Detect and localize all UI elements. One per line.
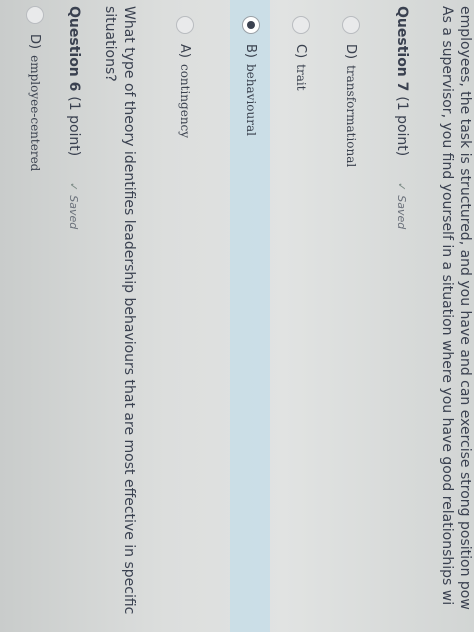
q6-option-b-radio[interactable]	[242, 16, 260, 34]
q5-option-d-letter: D)	[27, 34, 42, 50]
q6-option-b[interactable]: B) behavioural	[243, 44, 258, 136]
q6-question-text: What type of theory identifies leadershi…	[102, 6, 137, 615]
q7-saved-text: Saved	[395, 195, 408, 230]
q6-option-c-text: trait	[294, 64, 308, 91]
q6-option-c-radio[interactable]	[292, 16, 310, 34]
quiz-screen: D) employee-centered Question 6 (1 point)…	[0, 0, 474, 632]
q5-option-d-text: employee-centered	[28, 55, 42, 172]
q6-option-c[interactable]: C) trait	[293, 44, 308, 91]
q7-header: Question 7 (1 point)	[394, 6, 410, 156]
check-icon: ✓	[395, 182, 408, 192]
q7-saved-status: ✓ Saved	[395, 182, 408, 229]
q6-header: Question 6 (1 point)	[66, 6, 82, 156]
q6-option-a[interactable]: A) contingency	[177, 44, 192, 138]
q6-points: (1 point)	[66, 96, 82, 157]
quiz-content: D) employee-centered Question 6 (1 point)…	[0, 0, 474, 632]
q6-title: Question 6	[66, 6, 82, 92]
q6-option-b-letter: B)	[243, 44, 258, 58]
q6-option-b-text: behavioural	[244, 64, 258, 136]
q6-option-a-letter: A)	[177, 44, 192, 58]
q6-option-d[interactable]: D) transformational	[343, 44, 358, 167]
check-icon: ✓	[67, 182, 80, 192]
q6-saved-status: ✓ Saved	[67, 182, 80, 229]
q6-option-d-letter: D)	[343, 44, 358, 60]
q5-option-d[interactable]: D) employee-centered	[27, 34, 42, 171]
q6-option-d-text: transformational	[344, 65, 358, 168]
q6-option-a-radio[interactable]	[176, 16, 194, 34]
q6-option-a-text: contingency	[178, 63, 192, 139]
q6-saved-text: Saved	[67, 195, 80, 230]
q6-option-d-radio[interactable]	[342, 16, 360, 34]
q7-question-text-line2: employees, the task is structured, and y…	[457, 6, 473, 610]
q7-title: Question 7	[394, 6, 410, 92]
q6-option-c-letter: C)	[293, 44, 308, 59]
q5-option-d-radio[interactable]	[26, 6, 44, 24]
q7-question-text-line1: As a supervisor, you find yourself in a …	[439, 6, 455, 606]
q7-points: (1 point)	[394, 96, 410, 157]
